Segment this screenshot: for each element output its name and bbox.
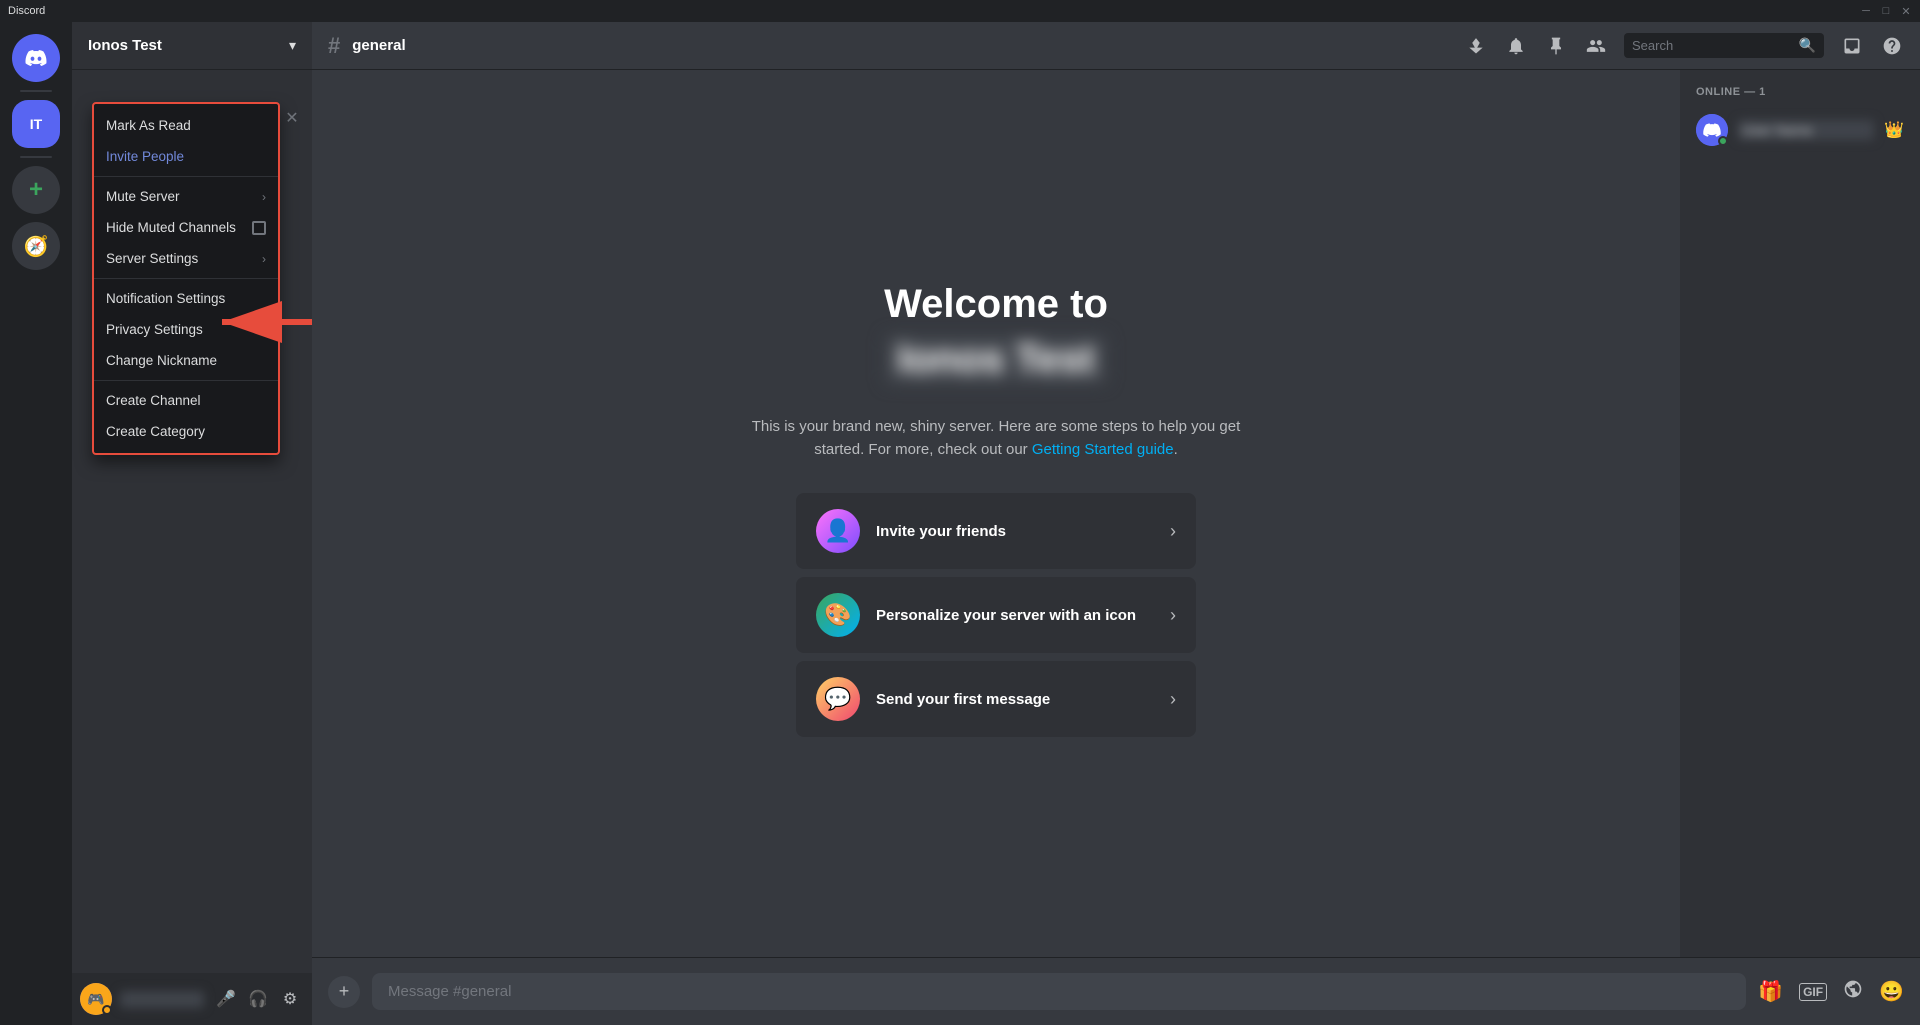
- context-menu-separator-3: [94, 380, 278, 381]
- personalize-server-card[interactable]: 🎨 Personalize your server with an icon ›: [796, 577, 1196, 653]
- user-status-indicator: [102, 1005, 112, 1015]
- user-info: username: [120, 991, 204, 1008]
- context-menu-privacy-settings[interactable]: Privacy Settings: [94, 314, 278, 345]
- server-name-blurred: Ionos Test: [885, 335, 1106, 384]
- close-context-menu-button[interactable]: ✕: [282, 108, 302, 128]
- chevron-right-icon-2: ›: [262, 252, 266, 266]
- message-input[interactable]: Message #general: [372, 973, 1746, 1010]
- user-controls: 🎤 🎧 ⚙: [212, 985, 304, 1013]
- context-menu-invite-people[interactable]: Invite People: [94, 141, 278, 172]
- member-name-display: User Name: [1738, 120, 1874, 140]
- server-name: Ionos Test: [88, 37, 162, 54]
- right-sidebar: ONLINE — 1 User Name 👑: [1680, 70, 1920, 957]
- invite-friends-icon: 👤: [816, 509, 860, 553]
- top-bar: # general Search 🔍: [312, 22, 1920, 70]
- emoji-icon[interactable]: 😀: [1879, 979, 1904, 1004]
- context-menu-separator-1: [94, 176, 278, 177]
- chevron-right-icon-card1: ›: [1170, 521, 1176, 542]
- pin-icon[interactable]: [1544, 34, 1568, 58]
- first-message-label: Send your first message: [876, 691, 1050, 708]
- inbox-icon[interactable]: [1840, 34, 1864, 58]
- server-dropdown-arrow: ▾: [289, 37, 296, 54]
- maximize-button[interactable]: □: [1880, 5, 1892, 17]
- search-placeholder: Search: [1632, 38, 1791, 53]
- notification-bell-icon[interactable]: [1504, 34, 1528, 58]
- channel-name: general: [352, 37, 405, 54]
- server-divider: [20, 90, 52, 92]
- discord-home-button[interactable]: [12, 34, 60, 82]
- server-icon-it[interactable]: IT: [12, 100, 60, 148]
- invite-friends-label: Invite your friends: [876, 523, 1006, 540]
- minimize-button[interactable]: ─: [1860, 5, 1872, 17]
- context-menu-change-nickname[interactable]: Change Nickname: [94, 345, 278, 376]
- window-controls: ─ □ ✕: [1860, 5, 1912, 17]
- add-server-button[interactable]: +: [12, 166, 60, 214]
- close-button[interactable]: ✕: [1900, 5, 1912, 17]
- welcome-title: Welcome to: [884, 282, 1108, 327]
- first-message-card[interactable]: 💬 Send your first message ›: [796, 661, 1196, 737]
- title-bar: Discord ─ □ ✕: [0, 0, 1920, 22]
- sticker-icon[interactable]: [1843, 979, 1863, 1005]
- context-menu-mark-as-read[interactable]: Mark As Read: [94, 110, 278, 141]
- hide-muted-checkbox[interactable]: [252, 221, 266, 235]
- microphone-button[interactable]: 🎤: [212, 985, 240, 1013]
- headphones-button[interactable]: 🎧: [244, 985, 272, 1013]
- bottom-bar: + Message #general 🎁 GIF 😀: [312, 957, 1920, 1025]
- context-menu-create-channel[interactable]: Create Channel: [94, 385, 278, 416]
- chevron-right-icon: ›: [262, 190, 266, 204]
- personalize-label: Personalize your server with an icon: [876, 607, 1136, 624]
- help-icon[interactable]: [1880, 34, 1904, 58]
- settings-button[interactable]: ⚙: [276, 985, 304, 1013]
- context-menu-server-settings[interactable]: Server Settings ›: [94, 243, 278, 274]
- explore-servers-button[interactable]: 🧭: [12, 222, 60, 270]
- chevron-right-icon-card3: ›: [1170, 689, 1176, 710]
- chevron-right-icon-card2: ›: [1170, 605, 1176, 626]
- add-attachment-button[interactable]: +: [328, 976, 360, 1008]
- search-icon: 🔍: [1799, 37, 1816, 54]
- gift-icon[interactable]: 🎁: [1758, 979, 1783, 1004]
- member-avatar: [1696, 114, 1728, 146]
- personalize-icon: 🎨: [816, 593, 860, 637]
- member-online-indicator: [1718, 136, 1728, 146]
- server-divider-2: [20, 156, 52, 158]
- invite-friends-card[interactable]: 👤 Invite your friends ›: [796, 493, 1196, 569]
- server-boost-icon[interactable]: [1464, 34, 1488, 58]
- members-icon[interactable]: [1584, 34, 1608, 58]
- context-menu-hide-muted-channels[interactable]: Hide Muted Channels: [94, 212, 278, 243]
- member-badge-icon: 👑: [1884, 120, 1904, 140]
- content-area: Welcome to Ionos Test This is your brand…: [312, 70, 1920, 957]
- username-display: username: [120, 991, 204, 1008]
- context-menu-mute-server[interactable]: Mute Server ›: [94, 181, 278, 212]
- top-bar-icons: Search 🔍: [1464, 33, 1904, 58]
- context-menu-separator-2: [94, 278, 278, 279]
- gif-icon[interactable]: GIF: [1799, 983, 1827, 1001]
- user-area: 🎮 username 🎤 🎧 ⚙: [72, 973, 312, 1025]
- search-bar[interactable]: Search 🔍: [1624, 33, 1824, 58]
- main-content: # general Search 🔍: [312, 22, 1920, 1025]
- app-title: Discord: [8, 5, 45, 17]
- message-actions: 🎁 GIF 😀: [1758, 979, 1904, 1005]
- channel-hash-icon: #: [328, 33, 340, 59]
- welcome-area: Welcome to Ionos Test This is your brand…: [312, 70, 1680, 957]
- server-list: IT + 🧭: [0, 22, 72, 1025]
- context-menu-notification-settings[interactable]: Notification Settings: [94, 283, 278, 314]
- getting-started-link[interactable]: Getting Started guide: [1032, 441, 1174, 458]
- server-header[interactable]: Ionos Test ▾: [72, 22, 312, 70]
- context-menu-create-category[interactable]: Create Category: [94, 416, 278, 447]
- first-message-icon: 💬: [816, 677, 860, 721]
- welcome-description: This is your brand new, shiny server. He…: [746, 416, 1246, 461]
- context-menu: Mark As Read Invite People Mute Server ›…: [92, 102, 280, 455]
- online-members-header: ONLINE — 1: [1696, 86, 1904, 98]
- member-item: User Name 👑: [1696, 110, 1904, 150]
- channel-sidebar: Ionos Test ▾ ✕ Mark As Read Invite Peopl…: [72, 22, 312, 1025]
- user-avatar: 🎮: [80, 983, 112, 1015]
